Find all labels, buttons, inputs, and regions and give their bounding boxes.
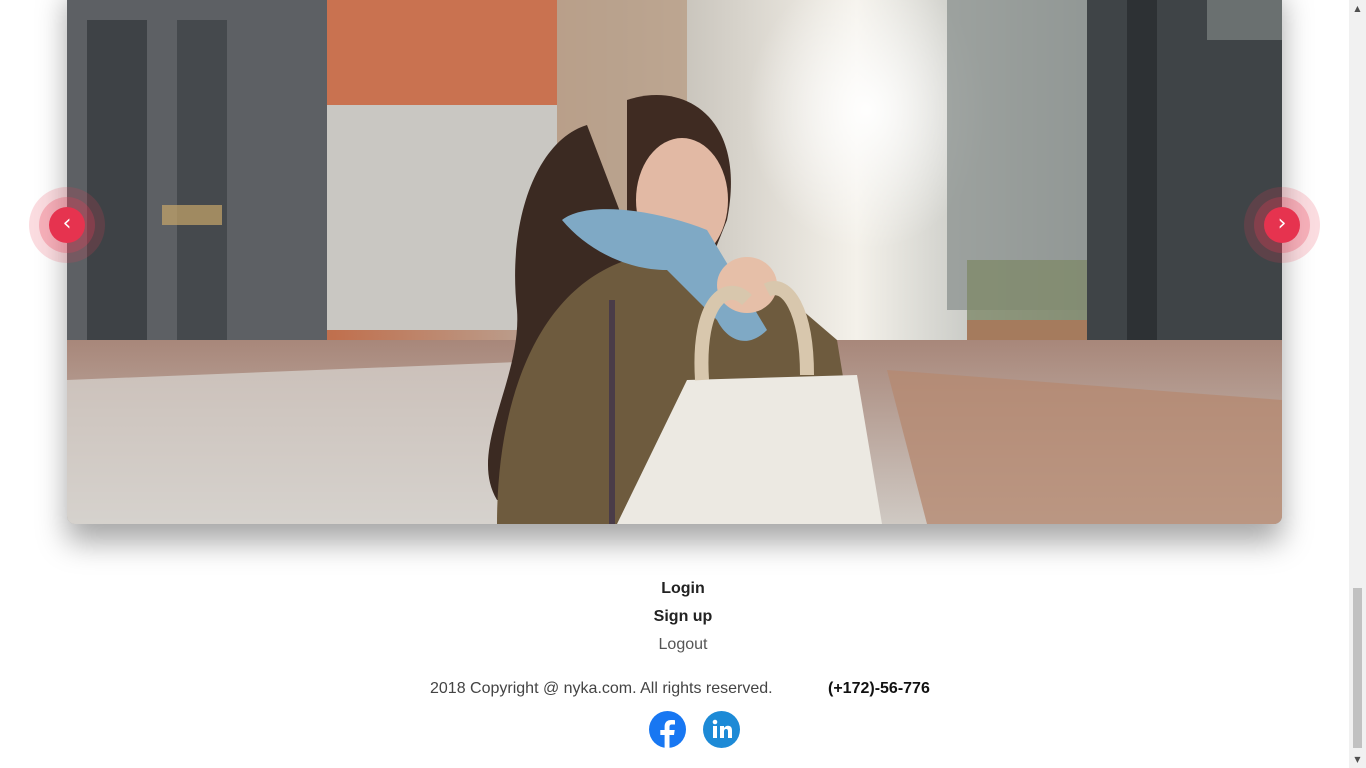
page-scrollbar[interactable]: ▲ ▼ [1349, 0, 1366, 768]
scroll-up-arrow-icon[interactable]: ▲ [1349, 0, 1366, 17]
carousel-slide-image [67, 0, 1282, 524]
logout-link[interactable]: Logout [0, 631, 1366, 659]
social-links [649, 711, 740, 748]
scroll-down-arrow-icon[interactable]: ▼ [1349, 751, 1366, 768]
carousel-prev-button[interactable]: ‹ [29, 187, 105, 263]
carousel-prev-ring: ‹ [39, 197, 95, 253]
footer-links: Login Sign up Logout [0, 575, 1366, 659]
carousel-next-button[interactable]: › [1244, 187, 1320, 263]
image-carousel [67, 0, 1282, 524]
phone-number: (+172)-56-776 [828, 680, 930, 697]
facebook-icon[interactable] [649, 711, 686, 748]
chevron-left-icon: ‹ [49, 207, 85, 243]
chevron-right-icon: › [1264, 207, 1300, 243]
signup-link[interactable]: Sign up [0, 603, 1366, 631]
carousel-next-ring: › [1254, 197, 1310, 253]
login-link[interactable]: Login [0, 575, 1366, 603]
linkedin-icon[interactable] [703, 711, 740, 748]
copyright-text: 2018 Copyright @ nyka.com. All rights re… [430, 680, 773, 697]
scroll-thumb[interactable] [1353, 588, 1362, 748]
